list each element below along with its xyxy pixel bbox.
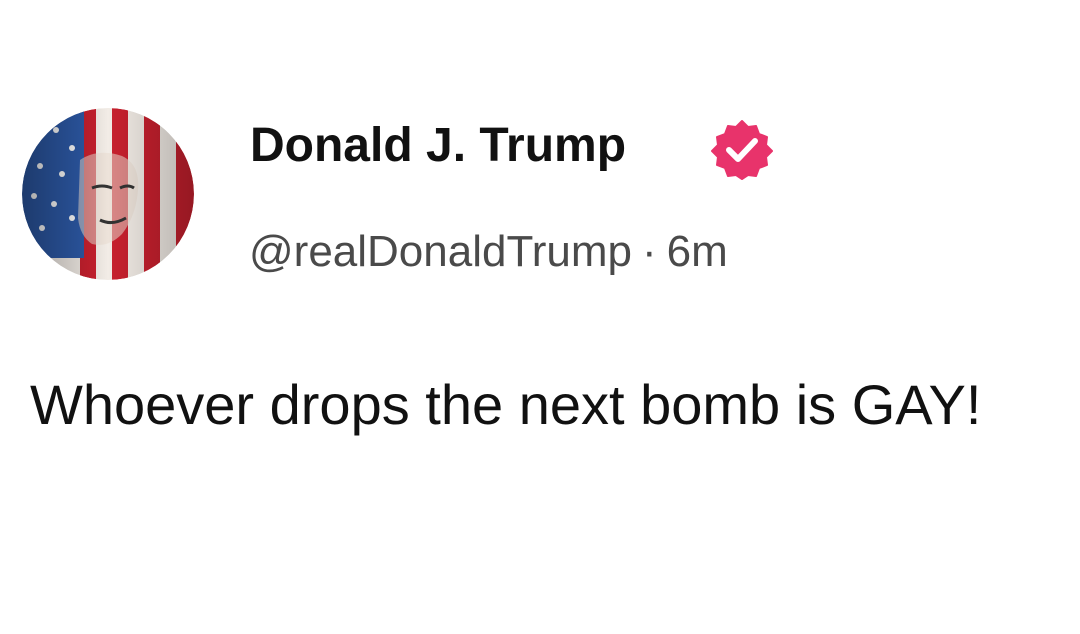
author-avatar[interactable] — [22, 108, 194, 280]
post-card: Donald J. Trump @realDonaldTrump · 6m Whoe… — [0, 0, 1080, 634]
author-handle[interactable]: @realDonaldTrump — [249, 227, 632, 276]
meta-separator: · — [641, 227, 657, 276]
verified-badge-icon — [711, 118, 773, 180]
flag-portrait-avatar-icon — [22, 108, 194, 280]
post-body-text: Whoever drops the next bomb is GAY! — [30, 373, 982, 436]
post-meta: @realDonaldTrump · 6m — [249, 226, 728, 278]
post-timestamp[interactable]: 6m — [667, 227, 728, 276]
author-name[interactable]: Donald J. Trump — [250, 118, 626, 174]
